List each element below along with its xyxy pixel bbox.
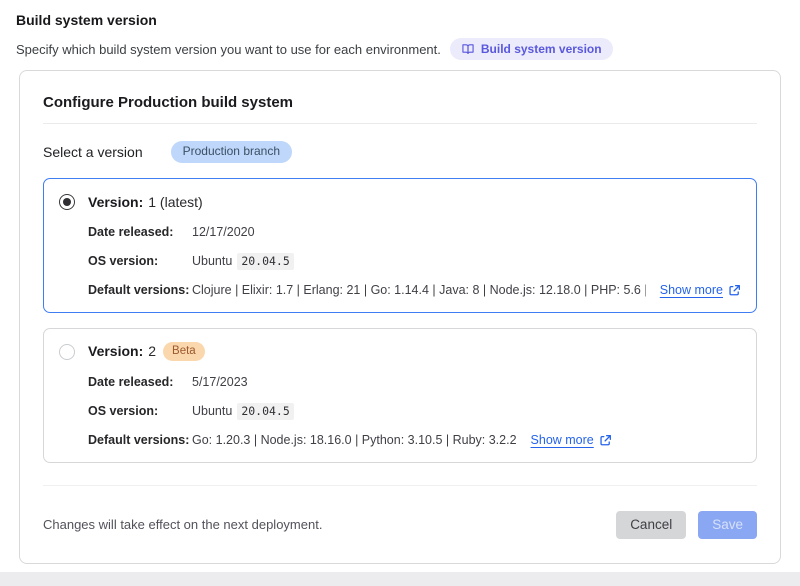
version-label: Version:: [88, 194, 143, 210]
os-version-code: 20.04.5: [237, 403, 293, 420]
docs-badge-label: Build system version: [481, 42, 602, 56]
select-version-label: Select a version: [43, 144, 143, 160]
version-label: Version:: [88, 343, 143, 359]
cancel-button[interactable]: Cancel: [616, 511, 686, 539]
default-versions-row: Default versions: Clojure | Elixir: 1.7 …: [59, 281, 741, 299]
page-description: Specify which build system version you w…: [16, 42, 441, 57]
os-version-row: OS version: Ubuntu 20.04.5: [59, 252, 741, 270]
external-link-icon: [599, 434, 612, 447]
save-button[interactable]: Save: [698, 511, 757, 539]
card-title: Configure Production build system: [20, 71, 780, 123]
show-more-label: Show more: [531, 433, 594, 447]
external-link-icon: [728, 284, 741, 297]
default-versions-label: Default versions:: [88, 433, 192, 447]
os-version-prefix: Ubuntu: [192, 404, 232, 418]
default-versions-label: Default versions:: [88, 283, 192, 297]
date-released-row: Date released: 5/17/2023: [59, 373, 741, 391]
version-2-option[interactable]: Version: 2 Beta Date released: 5/17/2023…: [43, 328, 757, 463]
os-version-label: OS version:: [88, 404, 192, 418]
default-versions-value: Clojure | Elixir: 1.7 | Erlang: 21 | Go:…: [192, 283, 646, 297]
os-version-row: OS version: Ubuntu 20.04.5: [59, 402, 741, 420]
version-1-radio[interactable]: [59, 194, 75, 210]
docs-badge[interactable]: Build system version: [450, 38, 613, 60]
show-more-label: Show more: [660, 283, 723, 297]
show-more-link[interactable]: Show more: [660, 283, 741, 297]
version-1-option[interactable]: Version: 1 (latest) Date released: 12/17…: [43, 178, 757, 313]
version-2-radio[interactable]: [59, 344, 75, 360]
version-2-header[interactable]: Version: 2 Beta: [59, 341, 741, 362]
default-versions-value: Go: 1.20.3 | Node.js: 18.16.0 | Python: …: [192, 433, 517, 447]
default-versions-row: Default versions: Go: 1.20.3 | Node.js: …: [59, 431, 741, 449]
version-value: 1 (latest): [148, 194, 202, 210]
footer-note: Changes will take effect on the next dep…: [43, 517, 322, 532]
date-released-row: Date released: 12/17/2020: [59, 223, 741, 241]
date-released-value: 12/17/2020: [192, 225, 255, 239]
page-title: Build system version: [16, 12, 784, 28]
os-version-code: 20.04.5: [237, 253, 293, 270]
page-header: Build system version Specify which build…: [0, 0, 800, 60]
os-version-prefix: Ubuntu: [192, 254, 232, 268]
production-branch-badge: Production branch: [171, 141, 292, 162]
card-footer: Changes will take effect on the next dep…: [20, 486, 780, 563]
os-version-label: OS version:: [88, 254, 192, 268]
date-released-label: Date released:: [88, 375, 192, 389]
page-bottom-strip: [0, 572, 800, 586]
book-icon: [461, 42, 475, 56]
configure-build-system-card: Configure Production build system Select…: [19, 70, 781, 564]
version-value: 2: [148, 343, 156, 359]
date-released-label: Date released:: [88, 225, 192, 239]
show-more-link[interactable]: Show more: [531, 433, 612, 447]
date-released-value: 5/17/2023: [192, 375, 248, 389]
beta-badge: Beta: [163, 342, 205, 361]
version-1-header[interactable]: Version: 1 (latest): [59, 191, 741, 212]
